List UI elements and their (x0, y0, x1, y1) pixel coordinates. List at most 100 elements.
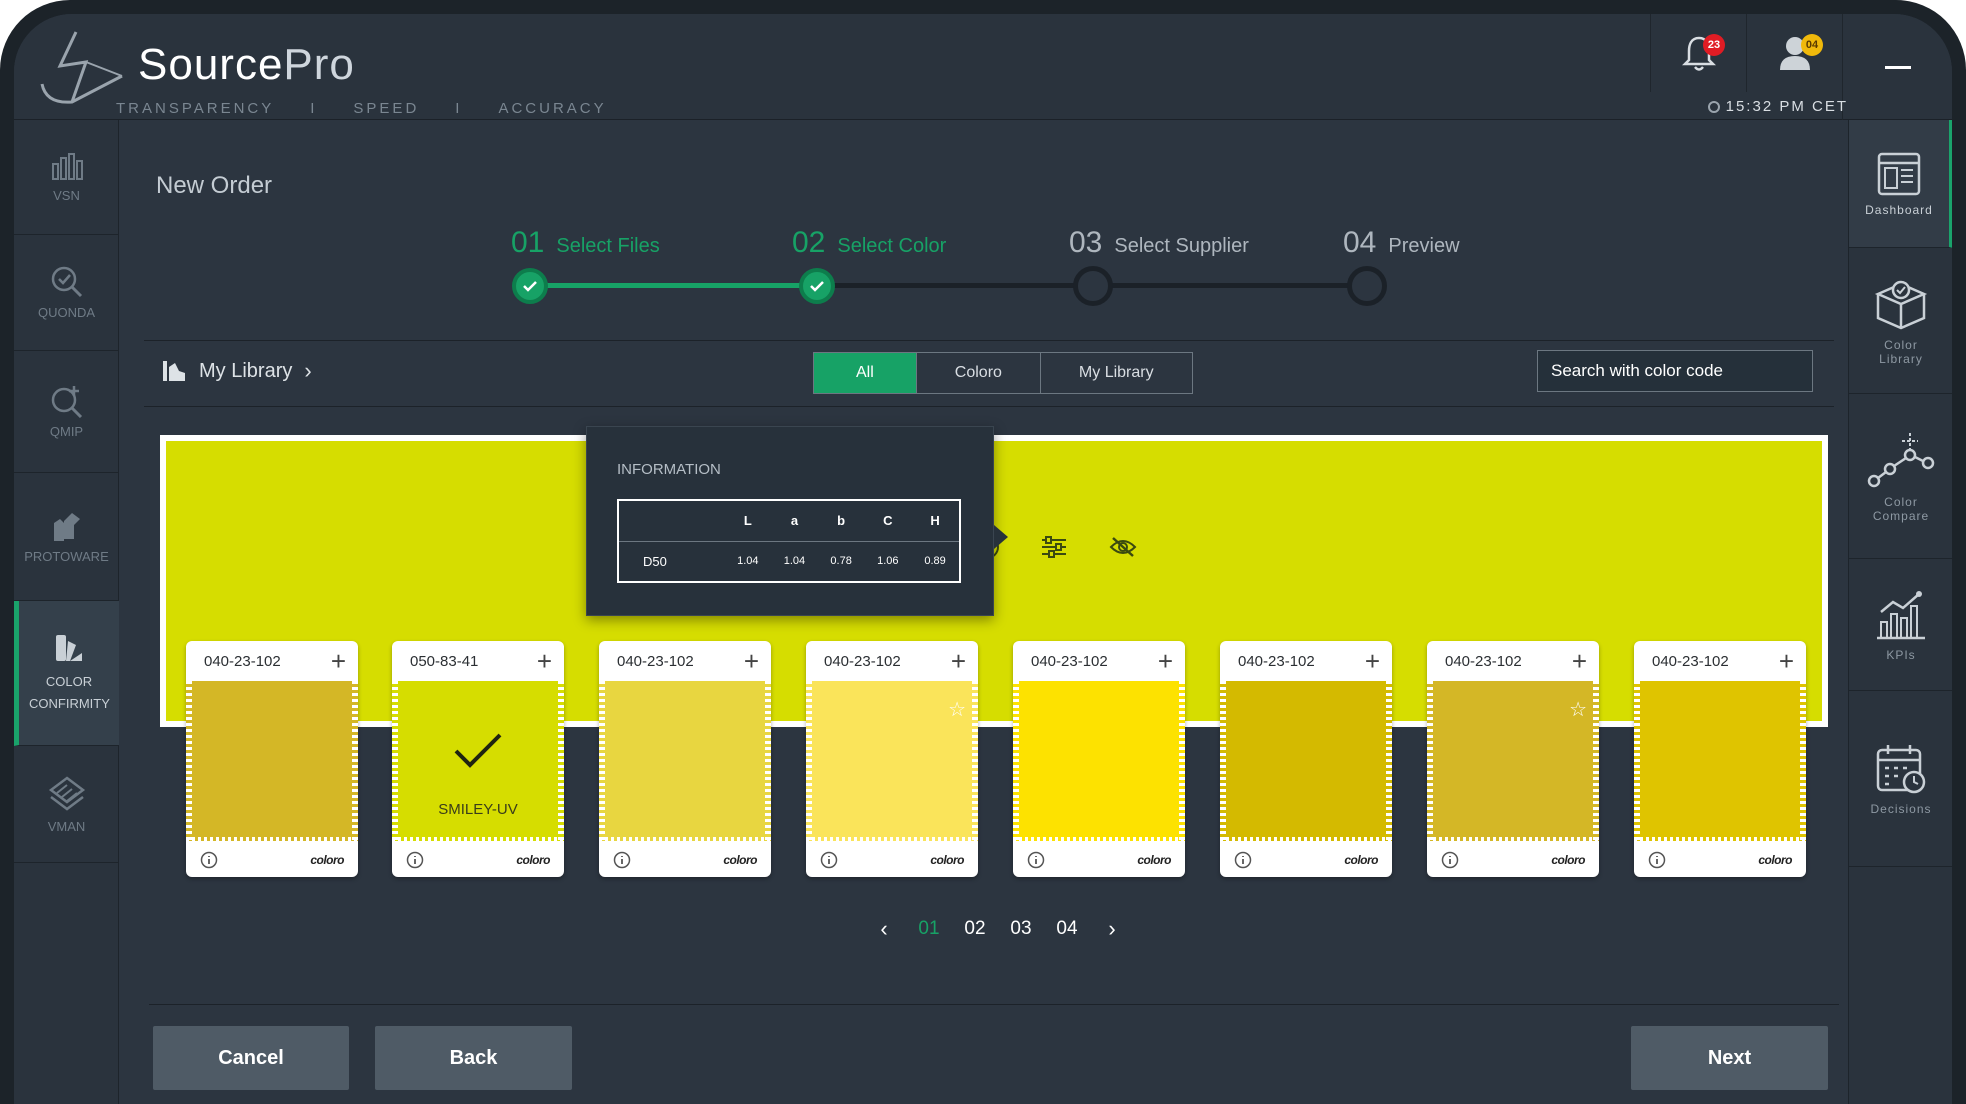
color-swatch-icon (56, 635, 82, 661)
nav-item-qmip[interactable]: QMIP (14, 351, 119, 473)
brand-logo: coloro (516, 853, 550, 867)
favorite-star-icon[interactable]: ☆ (948, 697, 966, 722)
next-button[interactable]: Next (1631, 1026, 1828, 1090)
step-3-indicator (1073, 266, 1113, 306)
info-icon[interactable] (200, 851, 218, 869)
library-breadcrumb[interactable]: My Library › (161, 358, 312, 384)
add-icon[interactable]: + (1779, 648, 1794, 674)
column-header: C (864, 500, 912, 542)
info-icon[interactable] (406, 851, 424, 869)
next-page-icon[interactable]: › (1099, 916, 1125, 942)
notification-badge: 23 (1703, 34, 1725, 56)
nav-label: Color Library (1879, 337, 1923, 366)
top-bar: SourcePro TRANSPARENCY I SPEED I ACCURACY 23… (14, 14, 1952, 120)
info-icon[interactable] (613, 851, 631, 869)
divider (149, 1004, 1839, 1005)
swatch-color-chip (599, 681, 771, 841)
info-icon[interactable] (1234, 851, 1252, 869)
filter-coloro-button[interactable]: Coloro (917, 353, 1041, 393)
swatch-edge (1427, 681, 1433, 841)
device-frame: SourcePro TRANSPARENCY I SPEED I ACCURACY 23… (0, 0, 1966, 1104)
step-connector (1097, 283, 1367, 288)
table-cell: 1.06 (877, 555, 899, 568)
divider (144, 406, 1834, 407)
filter-my-library-button[interactable]: My Library (1041, 353, 1192, 393)
brand-logo: coloro (1344, 853, 1378, 867)
nav-item-protoware[interactable]: PROTOWARE (14, 473, 119, 601)
eye-off-icon[interactable] (1108, 535, 1138, 559)
page-1-button[interactable]: 01 (915, 918, 943, 940)
color-swatch-card[interactable]: 040-23-102 + coloro (186, 641, 358, 877)
nav-item-color-confirmity[interactable]: COLOR CONFIRMITY (14, 601, 119, 746)
brand-logo: coloro (723, 853, 757, 867)
popover-arrow (994, 525, 1008, 549)
bar-chart-icon (51, 152, 83, 180)
table-cell: 0.89 (924, 555, 946, 568)
add-icon[interactable]: + (1572, 648, 1587, 674)
nav-item-vman[interactable]: VMAN (14, 746, 119, 863)
swatch-footer: coloro (1427, 843, 1599, 877)
back-button[interactable]: Back (375, 1026, 572, 1090)
brand-title: SourcePro (138, 40, 355, 90)
swatch-edge (1220, 681, 1226, 841)
color-swatch-card[interactable]: 040-23-102 + coloro ☆ (806, 641, 978, 877)
menu-button[interactable] (1842, 14, 1952, 120)
swatch-header: 040-23-102 + (806, 641, 978, 681)
nav-item-color-library[interactable]: Color Library (1849, 248, 1952, 394)
color-swatch-card[interactable]: 040-23-102 + coloro ☆ (1427, 641, 1599, 877)
step-3: 03 Select Supplier (1069, 226, 1249, 260)
swatch-edge (1179, 681, 1185, 841)
step-connector (533, 283, 801, 288)
step-4-indicator (1347, 266, 1387, 306)
left-sidebar: VSN QUONDA QMIP PROTOWARE COLOR CONFIRMI… (14, 120, 119, 1104)
swatch-color-chip (1634, 681, 1806, 841)
nav-item-vsn[interactable]: VSN (14, 120, 119, 235)
tagline-separator: I (455, 100, 463, 117)
table-cell: 1.04 (783, 555, 806, 568)
prev-page-icon[interactable]: ‹ (871, 916, 897, 942)
info-icon[interactable] (1027, 851, 1045, 869)
add-icon[interactable]: + (1158, 648, 1173, 674)
swatch-edge (1013, 681, 1019, 841)
swatch-edge (1013, 837, 1185, 842)
color-swatch-card[interactable]: 040-23-102 + coloro (599, 641, 771, 877)
info-icon[interactable] (1648, 851, 1666, 869)
swatch-header: 040-23-102 + (1634, 641, 1806, 681)
favorite-star-icon[interactable]: ☆ (1569, 697, 1587, 722)
color-swatch-card[interactable]: 040-23-102 + coloro (1220, 641, 1392, 877)
filter-all-button[interactable]: All (814, 353, 917, 393)
sliders-icon[interactable] (1040, 535, 1068, 559)
cancel-button[interactable]: Cancel (153, 1026, 349, 1090)
page-2-button[interactable]: 02 (961, 918, 989, 940)
nav-label: PROTOWARE (24, 549, 109, 564)
selected-color-name: SMILEY-UV (438, 801, 518, 818)
add-icon[interactable]: + (537, 648, 552, 674)
add-icon[interactable]: + (1365, 648, 1380, 674)
step-1: 01 Select Files (511, 226, 660, 260)
info-icon[interactable] (1441, 851, 1459, 869)
color-swatch-card[interactable]: 040-23-102 + coloro (1013, 641, 1185, 877)
add-icon[interactable]: + (331, 648, 346, 674)
info-icon[interactable] (820, 851, 838, 869)
add-icon[interactable]: + (951, 648, 966, 674)
page-4-button[interactable]: 04 (1053, 918, 1081, 940)
clock-time: 15:32 PM CET (1725, 98, 1848, 115)
color-swatch-card[interactable]: 050-83-41 + coloro SMILEY-UV (392, 641, 564, 877)
kpi-chart-icon (1877, 590, 1925, 639)
color-code-search-input[interactable] (1537, 350, 1813, 392)
color-swatch-card[interactable]: 040-23-102 + coloro (1634, 641, 1806, 877)
add-icon[interactable]: + (744, 648, 759, 674)
user-button[interactable]: 04 (1746, 14, 1842, 92)
swatch-footer: coloro (392, 843, 564, 877)
swatch-footer: coloro (599, 843, 771, 877)
nav-item-decisions[interactable]: Decisions (1849, 691, 1952, 867)
nav-label: COLOR CONFIRMITY (29, 674, 110, 711)
nav-item-quonda[interactable]: QUONDA (14, 235, 119, 351)
check-icon (810, 281, 824, 292)
notifications-button[interactable]: 23 (1650, 14, 1746, 92)
nav-item-dashboard[interactable]: Dashboard (1849, 120, 1952, 248)
nav-item-kpis[interactable]: KPIs (1849, 559, 1952, 691)
swatch-edge (972, 681, 978, 841)
page-3-button[interactable]: 03 (1007, 918, 1035, 940)
nav-item-color-compare[interactable]: Color Compare (1849, 394, 1952, 559)
